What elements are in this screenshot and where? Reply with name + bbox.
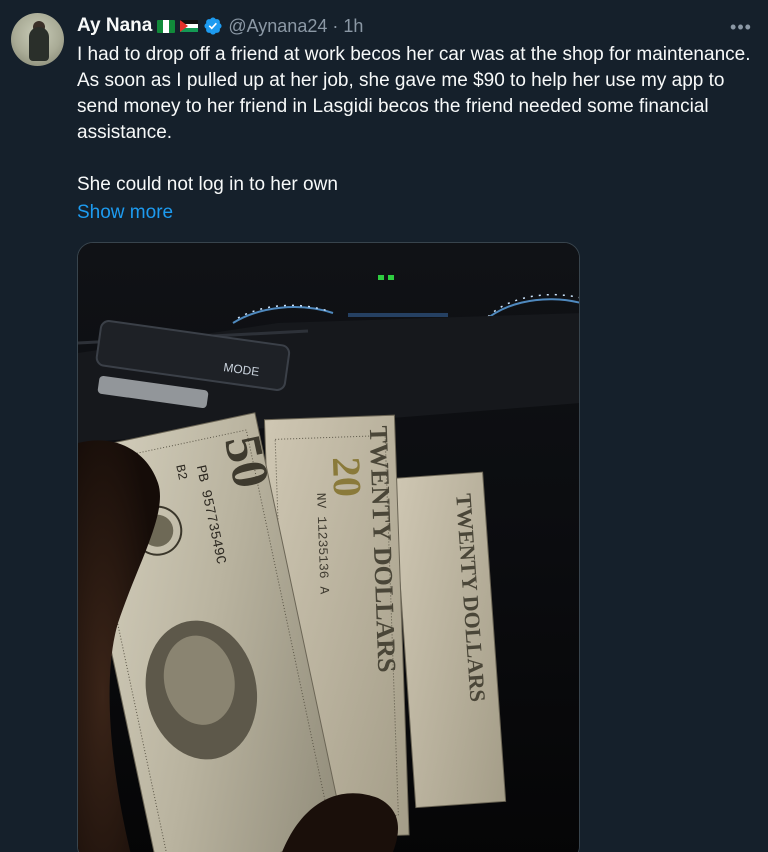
author-name[interactable]: Ay Nana xyxy=(77,15,152,37)
more-horizontal-icon: ••• xyxy=(730,16,752,37)
time-separator: · xyxy=(332,15,339,36)
author-handle[interactable]: @Aynana24 xyxy=(228,16,327,37)
tweet-media-photo[interactable]: 60 80 100 120 MODE TWENTY DOLLARS NV 112… xyxy=(77,242,580,852)
verified-badge-icon xyxy=(204,17,222,35)
avatar-figure xyxy=(29,27,49,61)
tweet[interactable]: Ay Nana @Aynana24 · 1h ••• I had to drop… xyxy=(0,0,768,852)
cash-in-car-photo: 60 80 100 120 MODE TWENTY DOLLARS NV 112… xyxy=(78,243,579,852)
tweet-time[interactable]: 1h xyxy=(343,16,363,37)
tweet-text: I had to drop off a friend at work becos… xyxy=(77,44,751,195)
nigeria-flag-icon xyxy=(157,19,176,33)
palestine-flag-icon xyxy=(180,19,199,33)
show-more-link[interactable]: Show more xyxy=(77,200,173,226)
more-options-button[interactable]: ••• xyxy=(728,14,754,40)
svg-text:20: 20 xyxy=(324,456,370,498)
svg-text:B2: B2 xyxy=(172,463,190,481)
author-avatar[interactable] xyxy=(11,13,64,66)
tweet-header: Ay Nana @Aynana24 · 1h xyxy=(77,15,363,37)
